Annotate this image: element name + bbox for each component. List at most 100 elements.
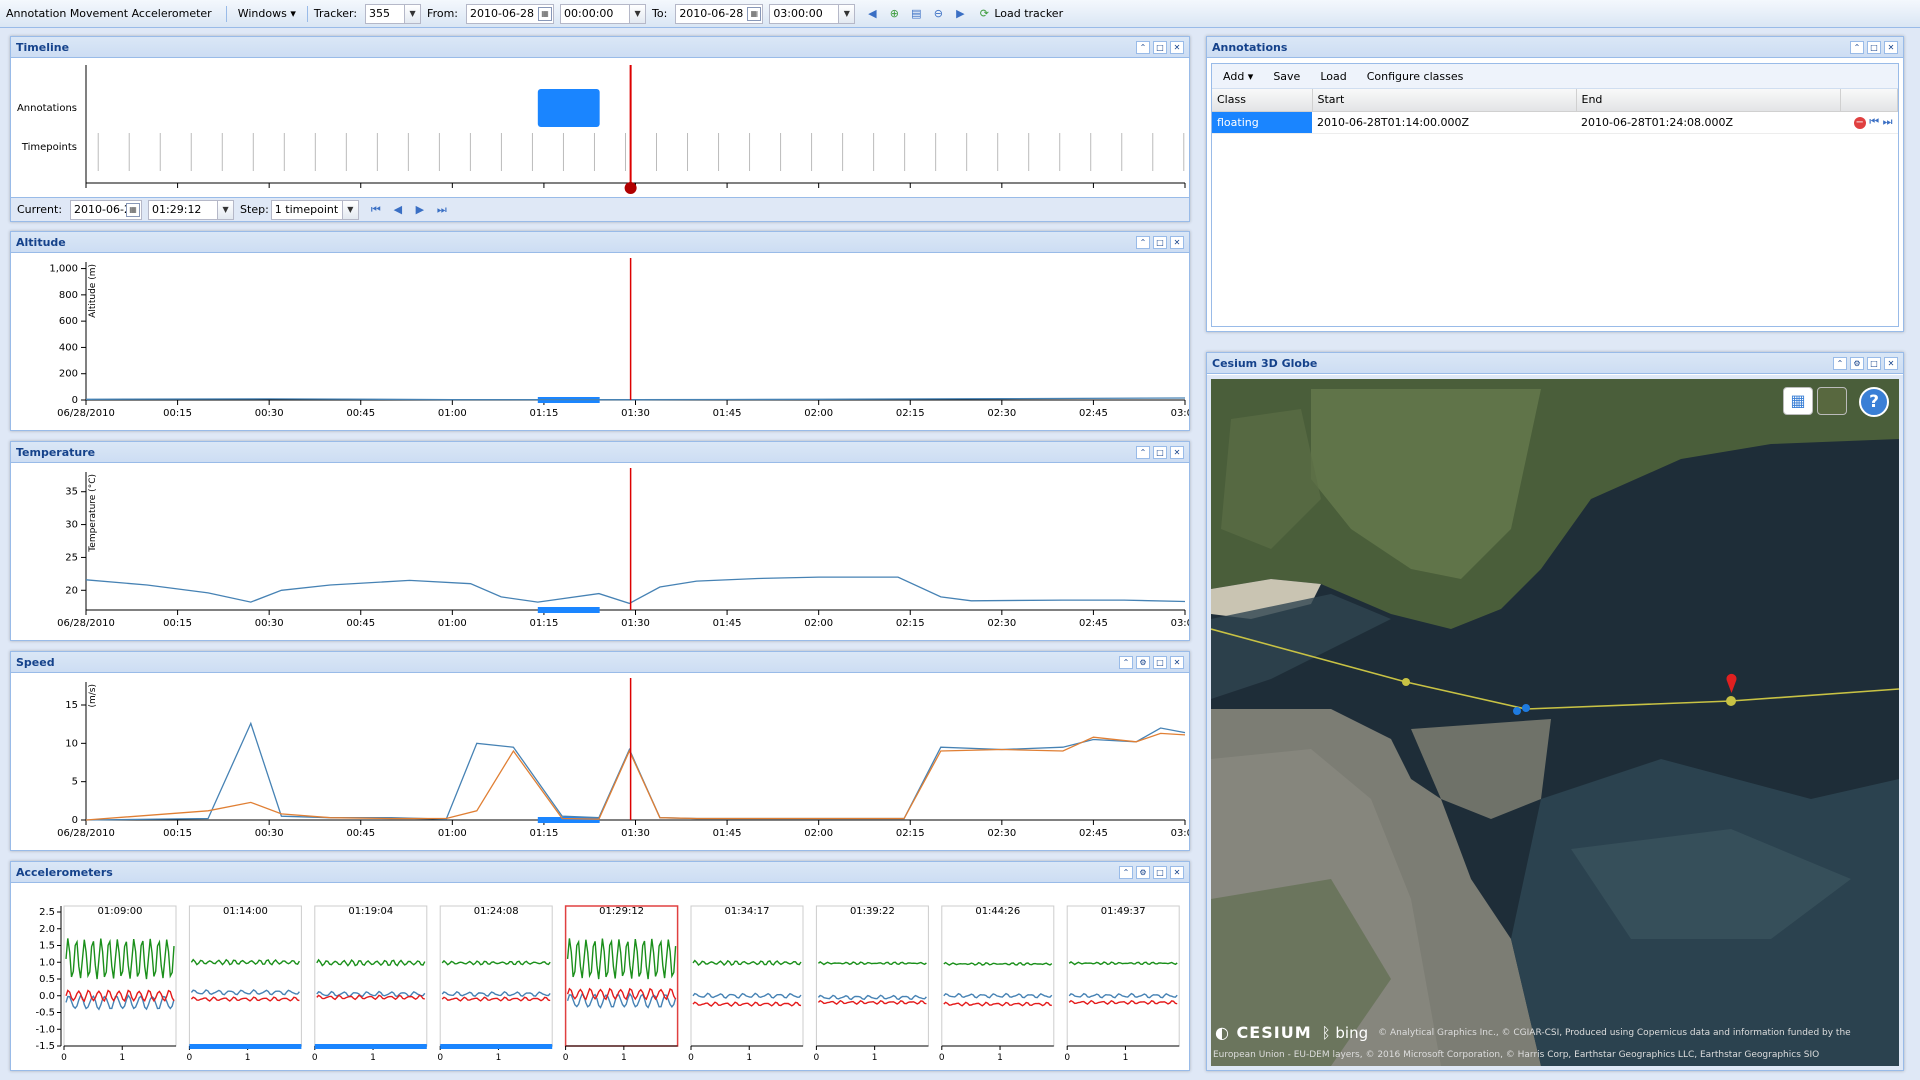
current-time-field[interactable]: [148, 199, 219, 220]
annotation-start-cell[interactable]: 2010-06-28T01:14:00.000Z: [1312, 111, 1576, 134]
add-annotation-button[interactable]: Add ▾: [1218, 67, 1258, 86]
calendar-icon[interactable]: ▦: [126, 202, 141, 217]
from-time-field[interactable]: [560, 3, 631, 24]
calendar-icon[interactable]: ▦: [747, 6, 762, 21]
load-tracker-button[interactable]: ⟳ Load tracker: [971, 3, 1068, 25]
maximize-icon[interactable]: □: [1153, 445, 1167, 459]
satellite-map[interactable]: [1211, 379, 1899, 1066]
collapse-icon[interactable]: ⌃: [1119, 655, 1133, 669]
annotation-class-cell[interactable]: floating: [1212, 111, 1312, 134]
collapse-icon[interactable]: ⌃: [1833, 356, 1847, 370]
bing-logo[interactable]: ᛒ bing: [1322, 1024, 1369, 1042]
next-step-icon[interactable]: ▶: [412, 202, 428, 218]
timeline-chart[interactable]: AnnotationsTimepoints06/28/201000:1500:3…: [11, 59, 1189, 212]
windows-menu-button[interactable]: Windows ▾: [233, 4, 301, 23]
load-button[interactable]: Load: [1315, 67, 1351, 86]
tracker-combo[interactable]: [365, 3, 406, 24]
accelerometer-cell[interactable]: 01:29:12 0 1: [563, 905, 679, 1063]
close-icon[interactable]: ✕: [1170, 40, 1184, 54]
track-point[interactable]: [1402, 678, 1410, 686]
close-icon[interactable]: ✕: [1170, 445, 1184, 459]
go-to-start-icon[interactable]: ⏮: [1869, 115, 1879, 128]
column-header-class[interactable]: Class: [1212, 89, 1313, 112]
first-step-icon[interactable]: ⏮: [368, 202, 384, 218]
settings-icon[interactable]: ⚙: [1850, 356, 1864, 370]
current-time-trigger[interactable]: ▼: [218, 199, 235, 220]
collapse-icon[interactable]: ⌃: [1136, 40, 1150, 54]
step-combo[interactable]: [270, 199, 343, 220]
next-range-icon[interactable]: ▶: [952, 6, 968, 22]
collapse-icon[interactable]: ⌃: [1850, 40, 1864, 54]
from-time-trigger[interactable]: ▼: [630, 3, 647, 24]
print-icon[interactable]: ▤: [908, 6, 924, 22]
tracker-position-marker[interactable]: [1513, 707, 1521, 715]
close-icon[interactable]: ✕: [1884, 40, 1898, 54]
close-icon[interactable]: ✕: [1170, 235, 1184, 249]
go-to-end-icon[interactable]: ⏭: [1883, 115, 1893, 128]
accelerometer-cell[interactable]: 01:19:04 0 1: [312, 905, 428, 1063]
tracker-dropdown-trigger[interactable]: ▼: [405, 3, 422, 24]
collapse-icon[interactable]: ⌃: [1136, 445, 1150, 459]
speed-chart[interactable]: 0 5 10 15 (m/s) 06/28/2010 00:15 00:30 00:45 01:0…: [11, 674, 1189, 850]
globe-viewport[interactable]: ▦ ? ◐ CESIUM ᛒ bing © Analytical Graphic…: [1211, 379, 1899, 1066]
temperature-chart[interactable]: 20 25 30 35 Temperature (°C) 06/28/2010 00:15 0…: [11, 464, 1189, 640]
to-time-field[interactable]: [769, 3, 840, 24]
close-icon[interactable]: ✕: [1170, 655, 1184, 669]
series-line-1[interactable]: [85, 721, 1186, 821]
column-header-end[interactable]: End: [1576, 89, 1841, 112]
zoom-out-icon[interactable]: ⊖: [930, 6, 946, 22]
series-line-2[interactable]: [85, 732, 1186, 821]
last-step-icon[interactable]: ⏭: [434, 202, 450, 218]
help-icon[interactable]: ?: [1859, 387, 1889, 417]
annotation-range-bar[interactable]: [440, 1044, 553, 1049]
to-time-trigger[interactable]: ▼: [839, 3, 856, 24]
x-tick-label: 01:15: [530, 408, 559, 419]
annotation-range-bar[interactable]: [189, 1044, 302, 1049]
step-dropdown-trigger[interactable]: ▼: [342, 199, 359, 220]
table-row[interactable]: floating 2010-06-28T01:14:00.000Z 2010-0…: [1212, 111, 1898, 134]
accelerometer-cell[interactable]: 01:44:26 0 1: [939, 905, 1055, 1063]
save-button[interactable]: Save: [1268, 67, 1305, 86]
settings-icon[interactable]: ⚙: [1136, 655, 1150, 669]
maximize-icon[interactable]: □: [1153, 235, 1167, 249]
configure-classes-button[interactable]: Configure classes: [1362, 67, 1469, 86]
collapse-icon[interactable]: ⌃: [1119, 865, 1133, 879]
maximize-icon[interactable]: □: [1867, 356, 1881, 370]
close-icon[interactable]: ✕: [1170, 865, 1184, 879]
maximize-icon[interactable]: □: [1153, 40, 1167, 54]
annotation-range-bar[interactable]: [314, 1044, 427, 1049]
column-header-start[interactable]: Start: [1312, 89, 1577, 112]
altitude-chart[interactable]: 0 200 400 600 800 1,000 Altitude (m) 06/28/2010…: [11, 254, 1189, 430]
cesium-logo[interactable]: ◐ CESIUM: [1215, 1023, 1312, 1042]
tracker-position-marker[interactable]: [1522, 704, 1530, 712]
accelerometer-cell[interactable]: 01:24:08 0 1: [437, 905, 553, 1063]
series-line-1[interactable]: [85, 576, 1186, 605]
previous-step-icon[interactable]: ◀: [390, 202, 406, 218]
annotation-end-cell[interactable]: 2010-06-28T01:24:08.000Z: [1576, 111, 1840, 134]
track-point[interactable]: [1726, 696, 1736, 706]
accelerometer-cell[interactable]: 01:39:22 0 1: [814, 905, 929, 1063]
accelerometer-cell[interactable]: 01:34:17 0 1: [688, 905, 804, 1063]
accelerometer-charts[interactable]: 2.52.01.51.00.50.0-0.5-1.0-1.501:09:000 1…: [11, 884, 1189, 1070]
previous-range-icon[interactable]: ◀: [864, 6, 880, 22]
collapse-icon[interactable]: ⌃: [1136, 235, 1150, 249]
panel-title: Speed: [16, 655, 55, 669]
maximize-icon[interactable]: □: [1153, 655, 1167, 669]
delete-icon[interactable]: −: [1853, 117, 1866, 129]
annotation-range-bar[interactable]: [537, 607, 600, 613]
zoom-in-icon[interactable]: ⊕: [886, 6, 902, 22]
accelerometer-cell[interactable]: 01:14:00 0 1: [187, 905, 302, 1063]
series-line-1[interactable]: [85, 397, 1186, 401]
settings-icon[interactable]: ⚙: [1136, 865, 1150, 879]
accelerometer-cell[interactable]: 01:49:37 0 1: [1064, 905, 1180, 1063]
base-layer-picker-icon[interactable]: [1817, 387, 1847, 415]
x-tick-label: 00:30: [255, 618, 284, 629]
maximize-icon[interactable]: □: [1153, 865, 1167, 879]
grid-layer-icon[interactable]: ▦: [1783, 387, 1813, 415]
calendar-icon[interactable]: ▦: [538, 6, 553, 21]
close-icon[interactable]: ✕: [1884, 356, 1898, 370]
annotation-block[interactable]: [537, 89, 600, 127]
cursor-handle[interactable]: [624, 182, 637, 194]
maximize-icon[interactable]: □: [1867, 40, 1881, 54]
accelerometer-cell[interactable]: 01:09:00 0 1: [61, 905, 177, 1063]
